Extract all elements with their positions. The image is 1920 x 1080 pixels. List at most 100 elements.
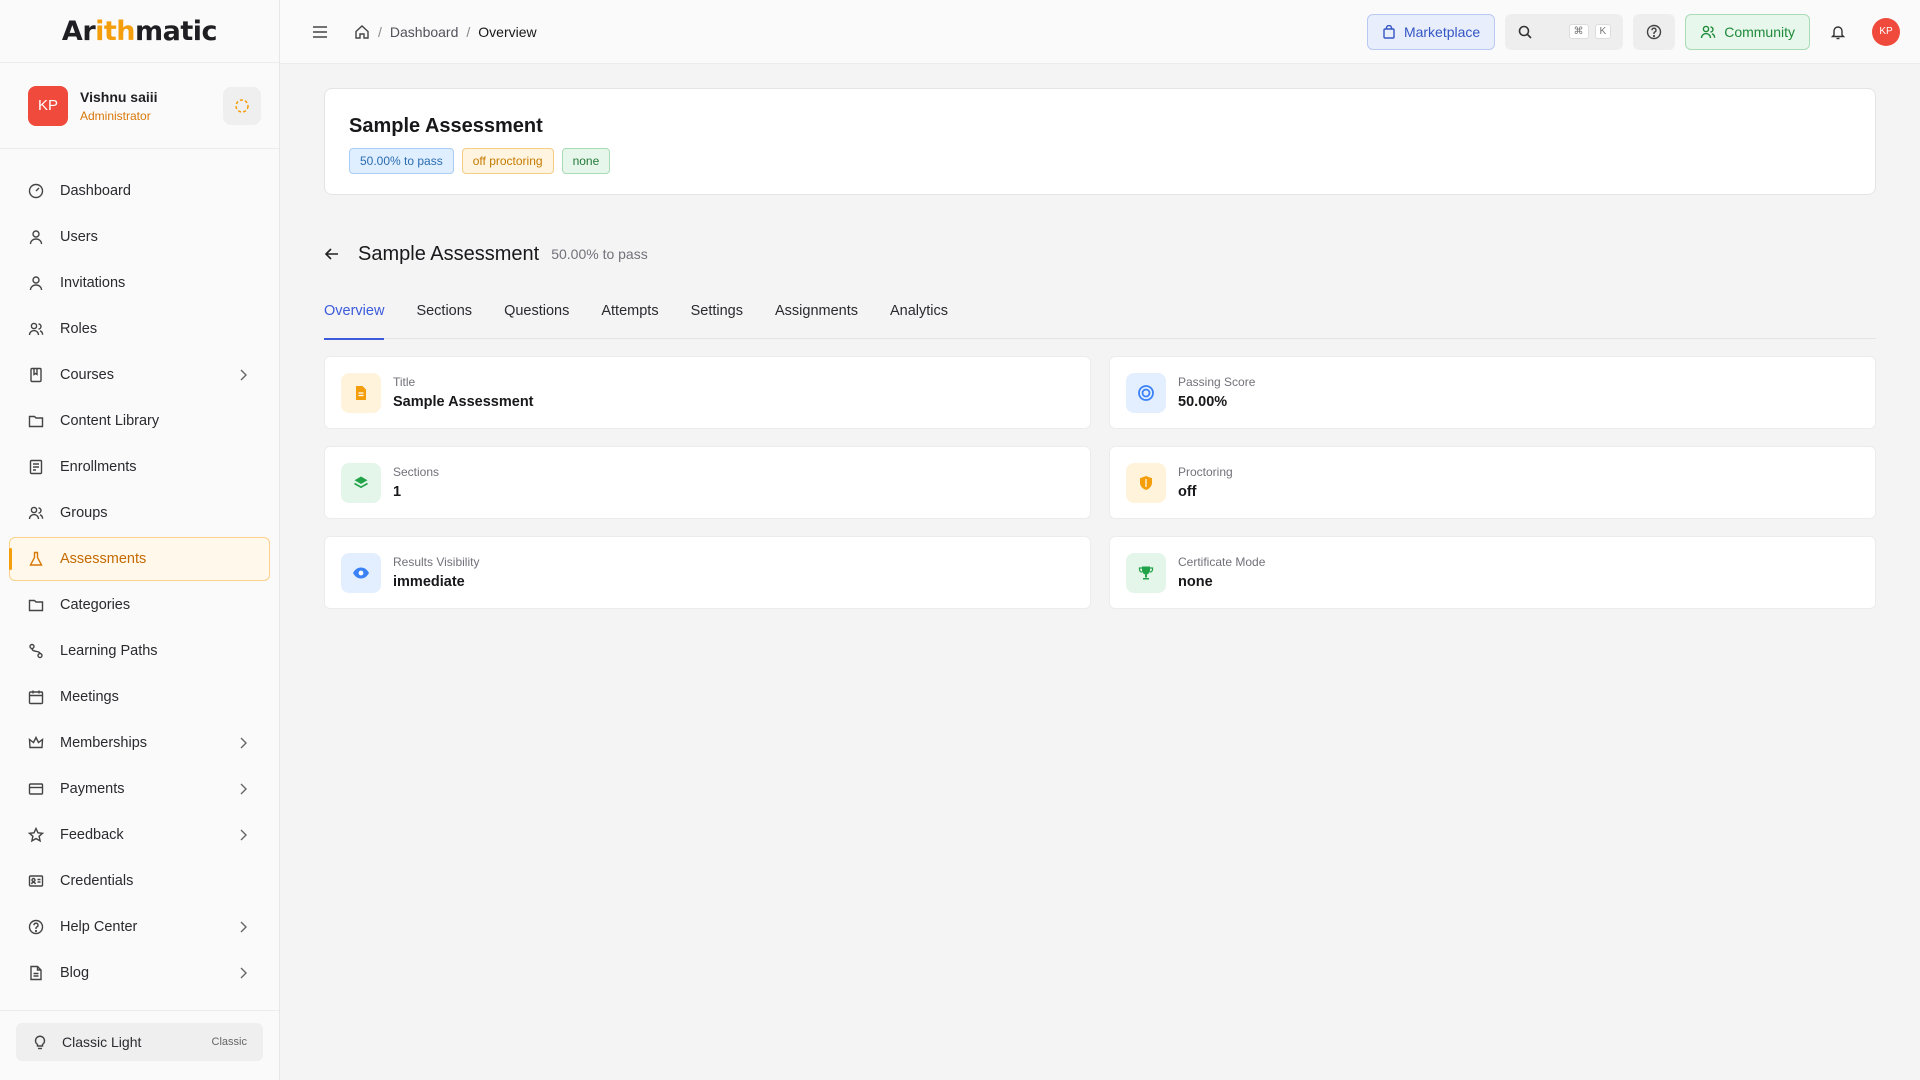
trophy-icon	[1126, 552, 1166, 593]
user-role: Administrator	[80, 108, 151, 123]
sidebar-item-payments[interactable]: Payments	[9, 767, 270, 811]
tab-attempts[interactable]: Attempts	[601, 303, 658, 339]
logo[interactable]: Arithmatic	[0, 0, 279, 63]
back-button[interactable]	[324, 246, 340, 262]
tab-sections[interactable]: Sections	[416, 303, 472, 339]
sidebar-item-label: Credentials	[60, 873, 134, 889]
sidebar-item-label: Meetings	[60, 689, 119, 705]
hamburger-icon	[313, 25, 327, 38]
home-icon[interactable]	[354, 24, 370, 40]
search-icon	[1518, 25, 1532, 39]
kbd-k: K	[1594, 24, 1612, 39]
sidebar-item-help-center[interactable]: Help Center	[9, 905, 270, 949]
stat-value: 50.00%	[1178, 394, 1228, 410]
user-name: Vishnu saiii	[80, 88, 158, 105]
tab-assignments[interactable]: Assignments	[775, 303, 858, 339]
main-content: Sample Assessment 50.00% to pass off pro…	[324, 88, 1876, 609]
sidebar-item-categories[interactable]: Categories	[9, 583, 270, 627]
sidebar-item-label: Learning Paths	[60, 643, 158, 659]
help-circle-icon	[28, 919, 44, 935]
tabs: Overview Sections Questions Attempts Set…	[324, 303, 1876, 340]
chevron-right-icon	[240, 783, 247, 795]
route-icon	[28, 643, 44, 659]
theme-tag: Classic	[211, 1036, 247, 1048]
community-button[interactable]: Community	[1685, 13, 1810, 50]
stat-value: 1	[393, 484, 402, 500]
sidebar-item-dashboard[interactable]: Dashboard	[9, 169, 270, 213]
stat-card-results-visibility: Results Visibility immediate	[324, 536, 1091, 609]
avatar[interactable]: KP	[28, 85, 68, 126]
page-title: Sample Assessment	[358, 242, 540, 265]
sidebar-item-roles[interactable]: Roles	[9, 307, 270, 351]
sidebar-item-label: Help Center	[60, 919, 138, 935]
theme-toggle-button[interactable]	[223, 86, 261, 125]
sidebar-item-meetings[interactable]: Meetings	[9, 675, 270, 719]
assessment-header-card: Sample Assessment 50.00% to pass off pro…	[324, 88, 1876, 195]
user-icon	[28, 229, 44, 245]
menu-button[interactable]	[308, 20, 332, 44]
page-subtitle: 50.00% to pass	[551, 246, 648, 262]
loader-icon	[235, 98, 249, 113]
tab-analytics[interactable]: Analytics	[890, 303, 948, 339]
eye-icon	[341, 552, 381, 593]
help-circle-icon	[1647, 24, 1662, 39]
tab-questions[interactable]: Questions	[504, 303, 569, 339]
sidebar-item-label: Courses	[60, 367, 114, 383]
sidebar-item-label: Blog	[60, 965, 90, 981]
stat-label: Sections	[393, 465, 440, 479]
document-icon	[341, 372, 381, 413]
stat-card-certificate-mode: Certificate Mode none	[1109, 536, 1876, 609]
help-button[interactable]	[1633, 13, 1676, 50]
sidebar-item-feedback[interactable]: Feedback	[9, 813, 270, 857]
sidebar-item-label: Users	[60, 229, 98, 245]
user-card: KP Vishnu saiii Administrator	[0, 63, 279, 149]
folder-icon	[28, 597, 44, 613]
chevron-right-icon	[240, 921, 247, 933]
sidebar-item-assessments[interactable]: Assessments	[9, 537, 270, 581]
stat-label: Title	[393, 375, 416, 389]
community-label: Community	[1724, 23, 1795, 40]
page-header: Sample Assessment 50.00% to pass	[324, 241, 1876, 267]
sidebar-item-content-library[interactable]: Content Library	[9, 399, 270, 443]
bell-icon	[1830, 25, 1846, 39]
sidebar-item-blog[interactable]: Blog	[9, 951, 270, 995]
sidebar-item-groups[interactable]: Groups	[9, 491, 270, 535]
sidebar-item-label: Roles	[60, 321, 98, 337]
kbd-cmd: ⌘	[1568, 24, 1589, 39]
marketplace-button[interactable]: Marketplace	[1366, 13, 1496, 50]
chevron-right-icon	[240, 967, 247, 979]
notifications-button[interactable]	[1820, 14, 1856, 50]
search-button[interactable]: ⌘ K	[1505, 13, 1624, 50]
stat-value: none	[1178, 574, 1213, 590]
tab-overview[interactable]: Overview	[324, 303, 385, 340]
sidebar-item-invitations[interactable]: Invitations	[9, 261, 270, 305]
credit-card-icon	[28, 781, 44, 797]
stat-value: immediate	[393, 574, 465, 590]
shopping-bag-icon	[1383, 24, 1395, 39]
sidebar-item-label: Memberships	[60, 735, 148, 751]
clipboard-icon	[28, 459, 44, 475]
sidebar-item-credentials[interactable]: Credentials	[9, 859, 270, 903]
crown-icon	[28, 735, 44, 751]
sidebar-item-label: Enrollments	[60, 459, 137, 475]
topbar: / Dashboard / Overview Marketplace ⌘ K C…	[280, 0, 1920, 64]
stat-label: Results Visibility	[393, 555, 480, 569]
pass-badge: 50.00% to pass	[349, 148, 454, 174]
users-icon	[1701, 25, 1716, 38]
sidebar-item-enrollments[interactable]: Enrollments	[9, 445, 270, 489]
sidebar-item-memberships[interactable]: Memberships	[9, 721, 270, 765]
stat-card-proctoring: Proctoring off	[1109, 446, 1876, 519]
sidebar-item-label: Dashboard	[60, 183, 131, 199]
theme-switcher[interactable]: Classic Light Classic	[16, 1023, 263, 1061]
breadcrumb-separator: /	[466, 23, 471, 40]
breadcrumb-dashboard[interactable]: Dashboard	[390, 24, 459, 40]
tab-settings[interactable]: Settings	[691, 303, 743, 339]
star-icon	[28, 827, 44, 843]
sidebar-item-learning-paths[interactable]: Learning Paths	[9, 629, 270, 673]
sidebar-item-courses[interactable]: Courses	[9, 353, 270, 397]
flask-icon	[28, 551, 44, 567]
sidebar-item-users[interactable]: Users	[9, 215, 270, 259]
user-avatar[interactable]: KP	[1872, 17, 1900, 46]
overview-stats: Title Sample Assessment Passing Score 50…	[324, 356, 1876, 609]
proctoring-badge: off proctoring	[461, 148, 554, 174]
